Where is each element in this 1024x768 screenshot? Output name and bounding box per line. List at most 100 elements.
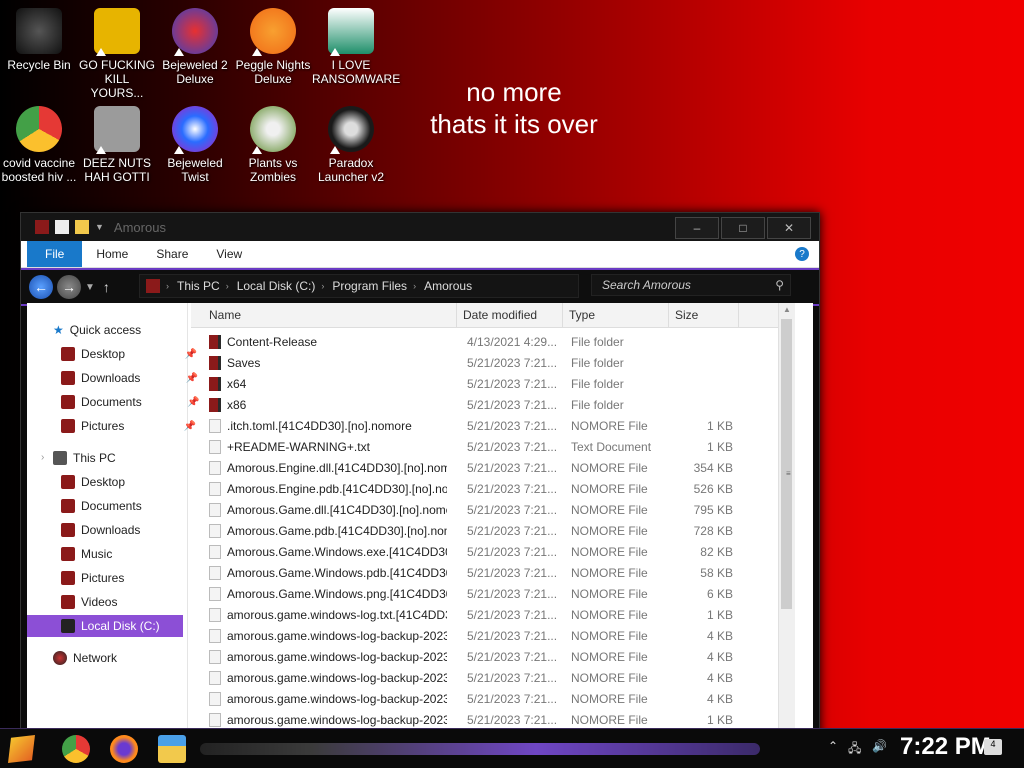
file-name: x64 [209, 373, 447, 394]
file-icon [209, 607, 221, 622]
table-row[interactable]: Amorous.Engine.dll.[41C4DD30].[no].nomor… [191, 457, 795, 478]
minimize-button[interactable]: – [675, 217, 719, 239]
column-date-modified[interactable]: Date modified [457, 303, 563, 327]
breadcrumb-program-files[interactable]: Program Files [332, 279, 407, 293]
close-button[interactable]: ✕ [767, 217, 811, 239]
file-size: 1 KB [706, 418, 733, 433]
tab-file[interactable]: File [27, 241, 83, 267]
nav-pc-desktop[interactable]: Desktop [61, 471, 125, 493]
table-row[interactable]: amorous.game.windows-log-backup-2023.0..… [191, 709, 795, 730]
table-row[interactable]: Amorous.Game.dll.[41C4DD30].[no].nomore 5… [191, 499, 795, 520]
nav-qa-pictures[interactable]: Pictures 📌 [61, 415, 196, 437]
table-row[interactable]: amorous.game.windows-log-backup-2023.0..… [191, 667, 795, 688]
file-explorer-icon[interactable] [158, 735, 186, 763]
file-date: 5/21/2023 7:21... [467, 439, 558, 454]
desktop-icon-peggle[interactable]: Peggle Nights Deluxe [234, 8, 312, 86]
nav-qa-desktop[interactable]: Desktop 📌 [61, 343, 197, 365]
breadcrumb-local-disk[interactable]: Local Disk (C:) [237, 279, 316, 293]
firefox-icon[interactable] [110, 735, 138, 763]
breadcrumb-amorous[interactable]: Amorous [424, 279, 472, 293]
table-row[interactable]: amorous.game.windows-log.txt.[41C4DD30].… [191, 604, 795, 625]
chevron-down-icon[interactable]: ▼ [95, 222, 104, 232]
table-row[interactable]: x64 5/21/2023 7:21... File folder [191, 373, 795, 394]
table-row[interactable]: +README-WARNING+.txt 5/21/2023 7:21... Tex… [191, 436, 795, 457]
nav-this-pc[interactable]: This PC [53, 447, 116, 469]
explorer-content: ★ Quick access Desktop 📌 Downloads 📌 Doc… [27, 303, 813, 768]
recent-locations-icon[interactable]: ▼ [85, 282, 95, 293]
start-icon[interactable] [8, 735, 35, 763]
back-button[interactable]: ← [29, 275, 53, 299]
file-name-text: x64 [227, 376, 247, 391]
search-input[interactable]: Search Amorous ⚲ [591, 274, 791, 296]
clock[interactable]: 7:22 PM [900, 733, 991, 761]
nav-network[interactable]: Network [53, 647, 117, 669]
help-icon[interactable]: ? [795, 247, 809, 261]
downloads-icon [61, 523, 75, 537]
table-row[interactable]: amorous.game.windows-log-backup-2023.0..… [191, 625, 795, 646]
breadcrumb-separator: › [225, 281, 229, 291]
maximize-button[interactable]: □ [721, 217, 765, 239]
forward-button[interactable]: → [57, 275, 81, 299]
file-name-text: Amorous.Engine.dll.[41C4DD30].[no].nomor… [227, 460, 447, 475]
drive-icon [61, 619, 75, 633]
nav-pc-pictures[interactable]: Pictures [61, 567, 124, 589]
desktop-icon-publisher[interactable]: I LOVE RANSOMWARE [312, 8, 400, 86]
search-icon[interactable]: ⚲ [775, 278, 784, 292]
file-name: amorous.game.windows-log-backup-2023.0..… [209, 625, 447, 646]
up-button[interactable]: ↑ [103, 279, 110, 295]
desktop-icon-stack[interactable]: DEEZ NUTS HAH GOTTI [78, 106, 156, 184]
column-type[interactable]: Type [563, 303, 669, 327]
nav-pc-downloads[interactable]: Downloads [61, 519, 140, 541]
vertical-scrollbar[interactable]: ▲ ≡ ▼ [778, 303, 795, 768]
file-date: 5/21/2023 7:21... [467, 418, 558, 433]
nav-quick-access[interactable]: ★ Quick access [53, 319, 141, 341]
nav-pc-local-disk[interactable]: Local Disk (C:) [27, 615, 183, 637]
nav-pc-music[interactable]: Music [61, 543, 112, 565]
properties-icon[interactable] [55, 220, 69, 234]
table-row[interactable]: x86 5/21/2023 7:21... File folder [191, 394, 795, 415]
nav-label: Pictures [81, 571, 125, 585]
expand-caret-icon[interactable]: › [41, 452, 44, 463]
volume-icon[interactable]: 🔊 [872, 739, 887, 753]
table-row[interactable]: Amorous.Game.Windows.pdb.[41C4DD30].[...… [191, 562, 795, 583]
tab-view[interactable]: View [202, 241, 256, 267]
table-row[interactable]: amorous.game.windows-log-backup-2023.0..… [191, 646, 795, 667]
explorer-window: ▼ Amorous – □ ✕ File Home Share View ? ←… [20, 212, 820, 768]
column-name[interactable]: Name [191, 303, 457, 327]
desktop-icon-de[interactable]: GO FUCKING KILL YOURS... [78, 8, 156, 100]
nav-qa-downloads[interactable]: Downloads 📌 [61, 367, 198, 389]
table-row[interactable]: Amorous.Game.Windows.exe.[41C4DD30].[...… [191, 541, 795, 562]
new-folder-icon[interactable] [75, 220, 89, 234]
file-size: 4 KB [706, 670, 733, 685]
chevron-up-icon[interactable]: ⌃ [828, 739, 838, 753]
breadcrumb-this-pc[interactable]: This PC [177, 279, 220, 293]
scrollbar-thumb[interactable]: ≡ [781, 319, 792, 609]
table-row[interactable]: Amorous.Game.pdb.[41C4DD30].[no].nomore 5… [191, 520, 795, 541]
tab-share[interactable]: Share [142, 241, 202, 267]
file-name: .itch.toml.[41C4DD30].[no].nomore [209, 415, 447, 436]
desktop-icon-recycle-bin[interactable]: Recycle Bin [0, 8, 78, 72]
table-row[interactable]: Amorous.Engine.pdb.[41C4DD30].[no].nom..… [191, 478, 795, 499]
nav-pc-documents[interactable]: Documents [61, 495, 142, 517]
table-row[interactable]: Content-Release 4/13/2021 4:29... File fol… [191, 331, 795, 352]
scroll-up-icon[interactable]: ▲ [779, 305, 795, 319]
desktop-icon-bejeweled-twist[interactable]: Bejeweled Twist [156, 106, 234, 184]
table-row[interactable]: .itch.toml.[41C4DD30].[no].nomore 5/21/20… [191, 415, 795, 436]
desktop-icon-pvz[interactable]: Plants vs Zombies [234, 106, 312, 184]
table-row[interactable]: amorous.game.windows-log-backup-2023.0..… [191, 688, 795, 709]
file-type: NOMORE File [571, 691, 648, 706]
file-name: Amorous.Game.dll.[41C4DD30].[no].nomore [209, 499, 447, 520]
tab-home[interactable]: Home [82, 241, 142, 267]
address-bar[interactable]: › This PC › Local Disk (C:) › Program Fi… [139, 274, 579, 298]
chrome-icon[interactable] [62, 735, 90, 763]
desktop-icon-bejeweled-2[interactable]: Bejeweled 2 Deluxe [156, 8, 234, 86]
desktop-icon-chrome[interactable]: covid vaccine boosted hiv ... [0, 106, 78, 184]
desktop-icon-paradox[interactable]: Paradox Launcher v2 [312, 106, 390, 184]
network-tray-icon[interactable]: 🖧 [848, 739, 861, 760]
nav-pc-videos[interactable]: Videos [61, 591, 117, 613]
column-size[interactable]: Size [669, 303, 739, 327]
table-row[interactable]: Saves 5/21/2023 7:21... File folder [191, 352, 795, 373]
table-row[interactable]: Amorous.Game.Windows.png.[41C4DD30].[...… [191, 583, 795, 604]
nav-qa-documents[interactable]: Documents 📌 [61, 391, 200, 413]
notification-icon[interactable]: 4 [984, 739, 1002, 755]
